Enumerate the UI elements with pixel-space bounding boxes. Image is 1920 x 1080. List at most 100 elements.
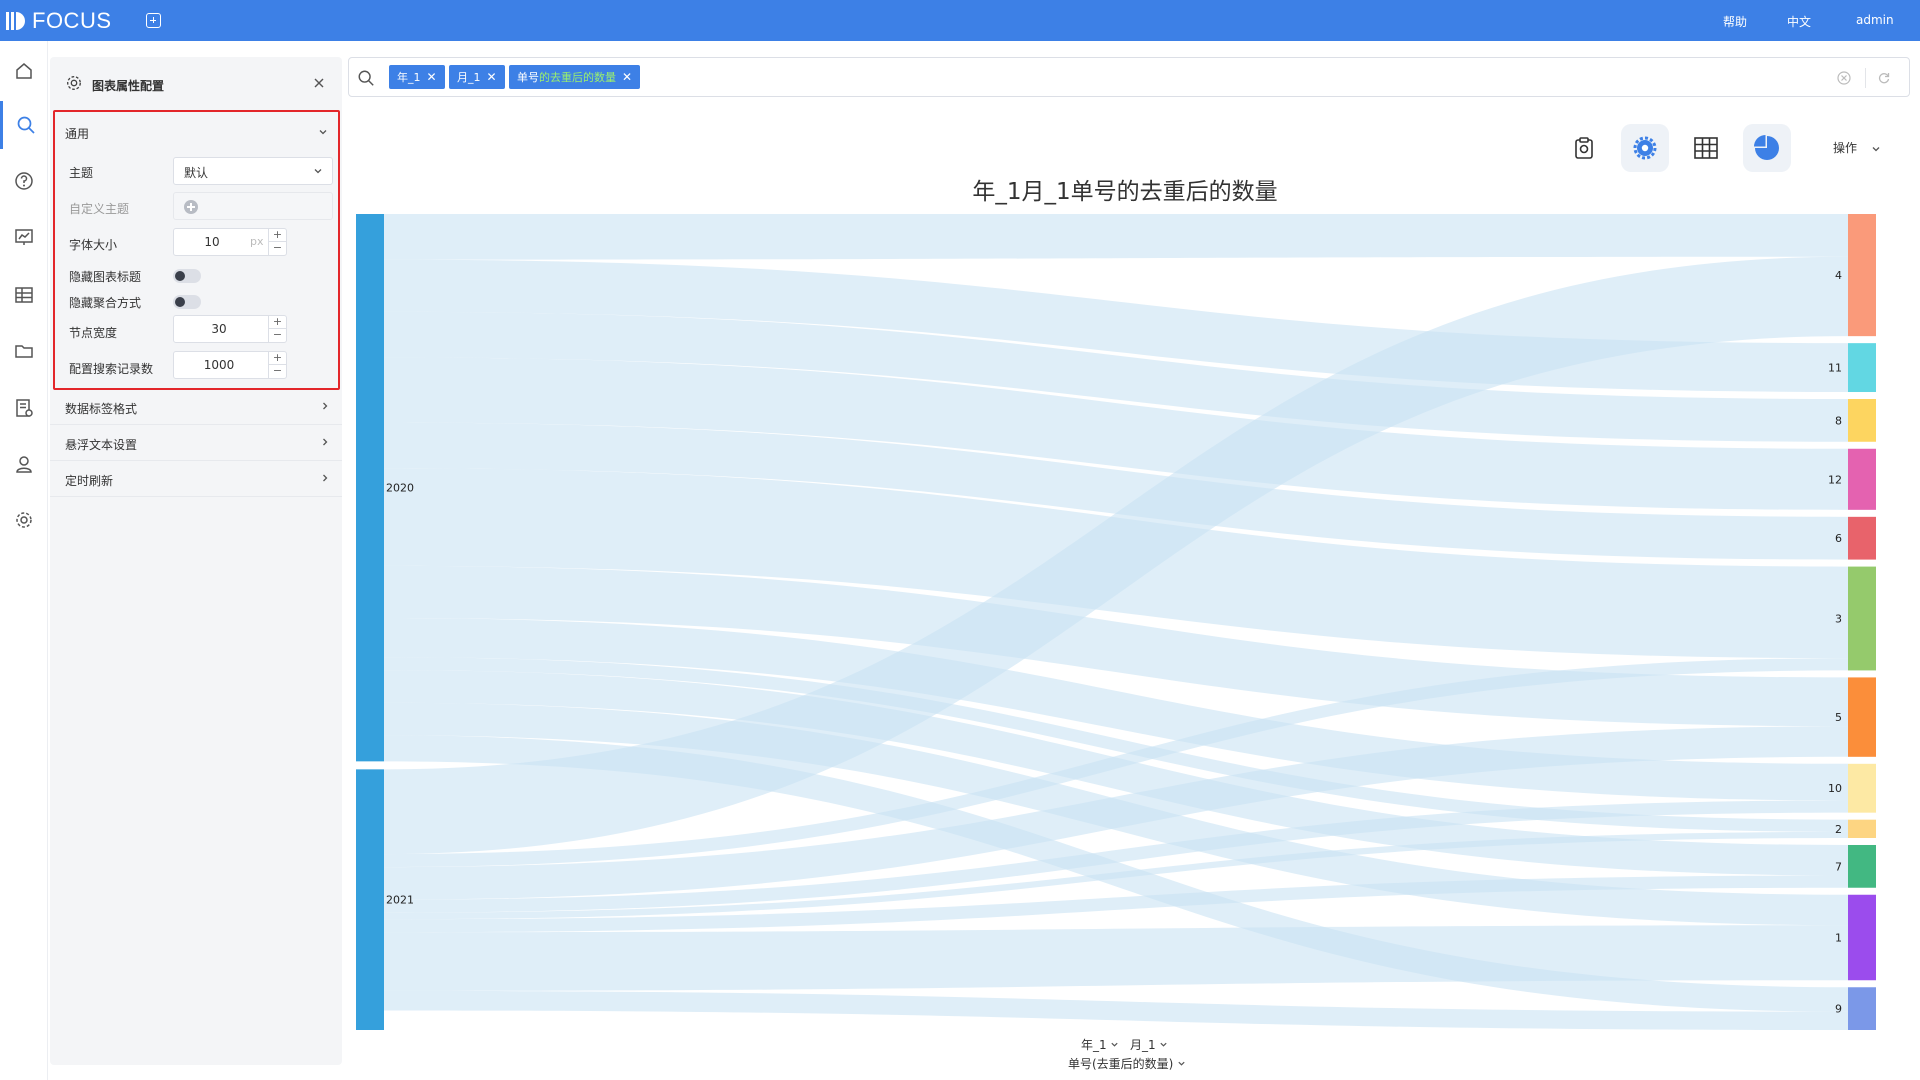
node-width-input[interactable]: 30 + − <box>173 315 287 343</box>
hide-aggregation-label: 隐藏聚合方式 <box>69 296 142 310</box>
node-width-stepper: + − <box>268 316 286 342</box>
table-view-button[interactable] <box>1682 124 1730 172</box>
help-link[interactable]: 帮助 <box>1723 13 1747 30</box>
font-size-unit: px <box>250 235 264 248</box>
chart-config-panel: 图表属性配置 通用 主题 默认 自定义主题 字体大小 10 px + − 隐藏图… <box>50 57 342 1065</box>
help-icon <box>15 172 33 190</box>
top-bar: FOCUS 帮助 中文 admin <box>0 0 1920 41</box>
sankey-node-12[interactable] <box>1848 448 1876 510</box>
sankey-node-6[interactable] <box>1848 516 1876 560</box>
pie-chart-icon <box>1754 135 1779 160</box>
chart-settings-button[interactable] <box>1621 124 1669 172</box>
nav-report-settings[interactable] <box>0 384 48 432</box>
max-records-input[interactable]: 1000 + − <box>173 351 287 379</box>
close-icon[interactable]: ✕ <box>427 70 437 84</box>
close-icon[interactable]: ✕ <box>487 70 497 84</box>
sankey-node-5[interactable] <box>1848 677 1876 757</box>
sankey-node-11[interactable] <box>1848 343 1876 393</box>
sankey-node-2021[interactable] <box>356 769 384 1030</box>
sankey-node-7[interactable] <box>1848 844 1876 888</box>
section-title: 悬浮文本设置 <box>65 438 138 452</box>
close-icon[interactable]: ✕ <box>622 70 632 84</box>
table-icon <box>1694 137 1718 159</box>
nav-dashboard[interactable] <box>0 213 48 261</box>
max-records-value: 1000 <box>203 358 235 372</box>
chevron-down-icon <box>1872 146 1880 151</box>
decrement-button[interactable]: − <box>269 329 286 342</box>
section-title: 定时刷新 <box>65 474 114 488</box>
general-section: 通用 主题 默认 自定义主题 字体大小 10 px + − 隐藏图表标题 隐藏聚… <box>53 110 340 390</box>
search-icon <box>17 116 35 134</box>
general-section-title[interactable]: 通用 <box>65 125 89 142</box>
operations-menu[interactable]: 操作 <box>1833 139 1881 156</box>
user-menu[interactable]: admin <box>1856 13 1894 27</box>
chevron-right-icon <box>323 438 328 446</box>
add-circle-icon[interactable] <box>184 200 198 214</box>
theme-label: 主题 <box>69 166 94 180</box>
auto-refresh-section[interactable]: 定时刷新 <box>50 461 342 497</box>
sankey-node-8[interactable] <box>1848 399 1876 442</box>
decrement-button[interactable]: − <box>269 365 286 378</box>
font-size-label: 字体大小 <box>69 238 118 252</box>
font-size-input[interactable]: 10 px + − <box>173 228 287 256</box>
axis-value-field[interactable]: 单号(去重后的数量) <box>1068 1055 1186 1072</box>
nav-user[interactable] <box>0 440 48 488</box>
sankey-node-3[interactable] <box>1848 566 1876 671</box>
clear-icon[interactable] <box>1837 71 1851 85</box>
axis-field-month[interactable]: 月_1 <box>1130 1036 1168 1053</box>
node-width-value: 30 <box>211 322 227 336</box>
panel-header: 图表属性配置 <box>50 57 342 113</box>
nav-home[interactable] <box>0 47 48 95</box>
hide-title-toggle[interactable] <box>173 269 201 283</box>
refresh-icon[interactable] <box>1877 71 1891 85</box>
app-logo[interactable]: FOCUS <box>6 8 112 34</box>
chart-type-button[interactable] <box>1743 124 1791 172</box>
nav-folder[interactable] <box>0 327 48 375</box>
sankey-node-2020[interactable] <box>356 214 384 762</box>
chevron-down-icon <box>1160 1042 1168 1047</box>
sankey-node-10[interactable] <box>1848 763 1876 813</box>
axis-value-label: 单号(去重后的数量) <box>1068 1057 1174 1071</box>
folder-icon <box>15 345 33 358</box>
search-bar[interactable]: 年_1 ✕ 月_1 ✕ 单号的去重后的数量 ✕ <box>348 57 1910 97</box>
node-width-label: 节点宽度 <box>69 326 118 340</box>
close-icon[interactable] <box>311 75 327 91</box>
data-label-format-section[interactable]: 数据标签格式 <box>50 389 342 425</box>
clipboard-button[interactable] <box>1560 124 1608 172</box>
nav-search[interactable] <box>0 101 48 149</box>
chip-label: 月_1 <box>457 71 481 84</box>
home-icon <box>16 63 32 79</box>
search-chip-count[interactable]: 单号的去重后的数量 ✕ <box>509 65 641 89</box>
max-records-label: 配置搜索记录数 <box>69 362 154 376</box>
chevron-right-icon <box>323 474 328 482</box>
search-chip-year[interactable]: 年_1 ✕ <box>389 65 445 89</box>
operations-label: 操作 <box>1833 141 1858 155</box>
chip-label: 年_1 <box>397 71 421 84</box>
chip-label: 单号 <box>517 71 539 84</box>
nav-help[interactable] <box>0 157 48 205</box>
dashboard-icon <box>15 229 33 245</box>
sankey-link-2020-4[interactable] <box>384 214 1848 260</box>
sankey-node-2[interactable] <box>1848 819 1876 838</box>
max-records-stepper: + − <box>268 352 286 378</box>
chevron-down-icon[interactable] <box>318 127 328 137</box>
chevron-down-icon <box>1111 1042 1119 1047</box>
theme-select[interactable]: 默认 <box>173 157 333 185</box>
add-tab-icon[interactable] <box>146 13 161 28</box>
hover-text-section[interactable]: 悬浮文本设置 <box>50 425 342 461</box>
section-title: 数据标签格式 <box>65 402 138 416</box>
sankey-node-9[interactable] <box>1848 987 1876 1030</box>
sankey-node-4[interactable] <box>1848 214 1876 337</box>
hide-aggregation-toggle[interactable] <box>173 295 201 309</box>
nav-table[interactable] <box>0 271 48 319</box>
divider <box>1865 68 1866 88</box>
theme-select-value: 默认 <box>184 166 209 180</box>
sankey-node-1[interactable] <box>1848 894 1876 981</box>
search-chip-month[interactable]: 月_1 ✕ <box>449 65 505 89</box>
nav-settings[interactable] <box>0 496 48 544</box>
custom-theme-field[interactable] <box>173 192 333 220</box>
decrement-button[interactable]: − <box>269 242 286 255</box>
axis-field-year[interactable]: 年_1 <box>1081 1036 1119 1053</box>
axis-field-label: 月_1 <box>1130 1038 1156 1052</box>
language-switch[interactable]: 中文 <box>1787 13 1811 30</box>
